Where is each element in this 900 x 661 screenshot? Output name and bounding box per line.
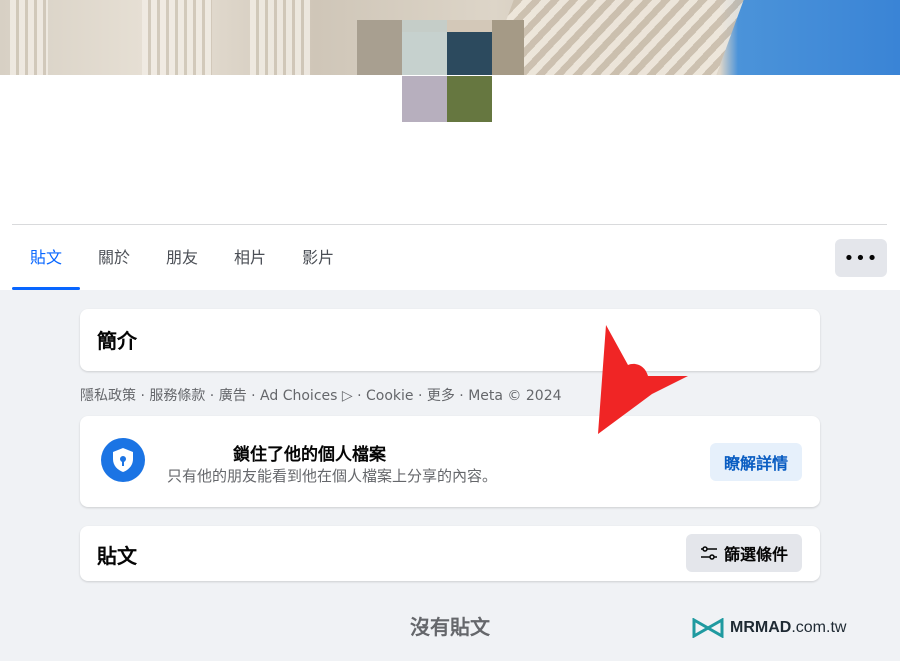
tab-videos[interactable]: 影片: [284, 226, 352, 290]
watermark-brand: MRMAD: [730, 619, 792, 636]
tab-photos[interactable]: 相片: [216, 226, 284, 290]
posts-title: 貼文: [97, 544, 137, 568]
posts-card: 貼文 篩選條件: [80, 526, 820, 581]
ellipsis-icon: •••: [843, 247, 879, 269]
footer-links[interactable]: 隱私政策 · 服務條款 · 廣告 · Ad Choices ▷ · Cookie…: [80, 385, 562, 405]
filter-label: 篩選條件: [723, 545, 788, 564]
locked-profile-card: 鎖住了他的個人檔案 只有他的朋友能看到他在個人檔案上分享的內容。 瞭解詳情: [80, 416, 820, 507]
watermark: MRMAD .com.tw: [692, 618, 846, 638]
learn-more-button[interactable]: 瞭解詳情: [710, 443, 802, 481]
locked-profile-title: 鎖住了他的個人檔案: [233, 445, 386, 465]
cover-column: [10, 0, 48, 75]
cover-frieze: [486, 0, 744, 75]
mrmad-logo-icon: [692, 618, 724, 638]
cover-column: [250, 0, 310, 75]
locked-profile-subtitle: 只有他的朋友能看到他在個人檔案上分享的內容。: [167, 467, 498, 485]
tab-posts[interactable]: 貼文: [12, 226, 81, 290]
filter-button[interactable]: 篩選條件: [686, 534, 802, 572]
profile-tabs: 貼文 關於 朋友 相片 影片: [12, 226, 352, 290]
tab-friends[interactable]: 朋友: [148, 226, 216, 290]
annotation-arrow-icon: [598, 325, 688, 434]
intro-title: 簡介: [97, 329, 137, 353]
watermark-tld: .com.tw: [791, 619, 847, 636]
filter-sliders-icon: [700, 546, 717, 560]
more-options-button[interactable]: •••: [835, 239, 887, 277]
tab-about[interactable]: 關於: [80, 226, 148, 290]
cover-column: [142, 0, 212, 75]
shield-lock-icon: [101, 438, 145, 482]
intro-card: 簡介: [80, 309, 820, 371]
header-divider: [12, 224, 887, 225]
